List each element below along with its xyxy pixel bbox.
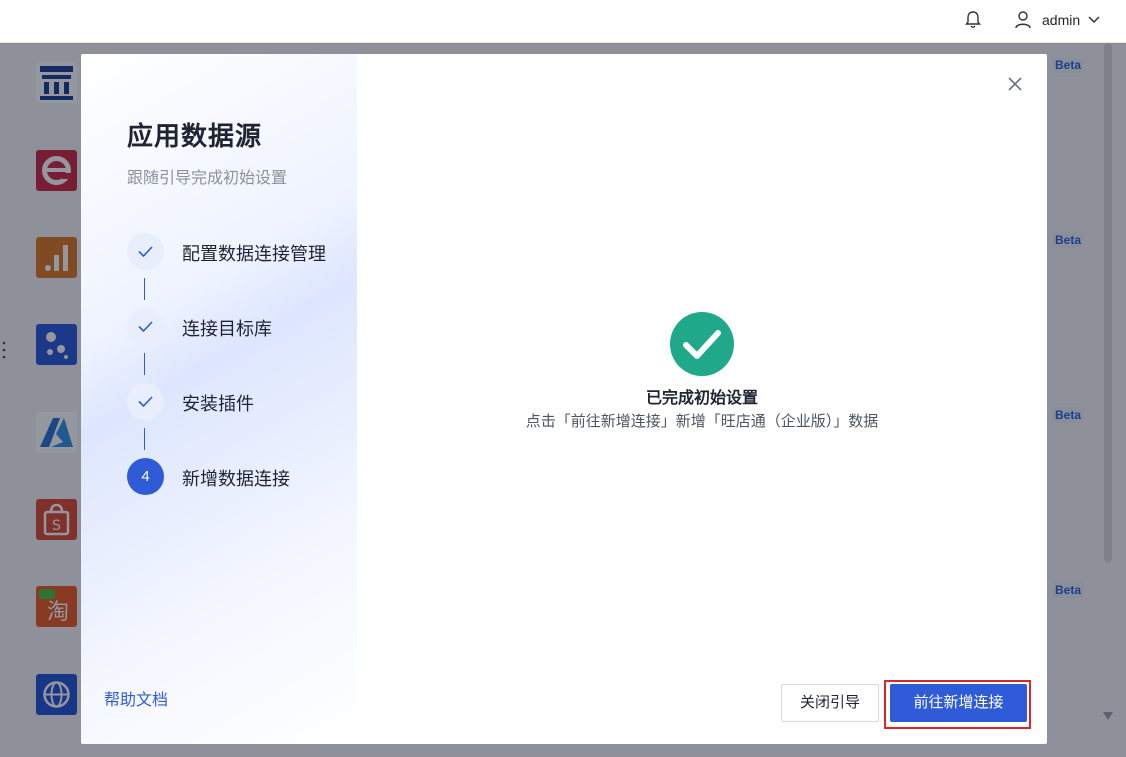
guide-sidebar: 应用数据源 跟随引导完成初始设置 配置数据连接管理 连接目标库 安装插件 4 新… [81, 54, 357, 744]
help-docs-link[interactable]: 帮助文档 [104, 686, 168, 710]
step-done-circle [127, 383, 164, 420]
check-icon [138, 321, 153, 333]
step-label: 新增数据连接 [182, 469, 290, 489]
step-label: 安装插件 [182, 394, 254, 414]
step-number: 4 [141, 468, 150, 485]
success-description: 点击「前往新增连接」新增「旺店通（企业版）」数据 [525, 413, 879, 430]
check-icon [138, 396, 153, 408]
step-active-circle: 4 [127, 458, 164, 495]
step-done-circle [127, 308, 164, 345]
chevron-down-icon[interactable] [1087, 14, 1101, 26]
username[interactable]: admin [1042, 12, 1080, 28]
close-icon[interactable] [1005, 74, 1025, 94]
check-icon [138, 246, 153, 258]
step-connector [144, 278, 145, 300]
close-guide-button[interactable]: 关闭引导 [781, 684, 879, 722]
step-connector [144, 353, 145, 375]
top-bar: admin [0, 0, 1126, 43]
highlight-box [884, 680, 1031, 729]
user-icon[interactable] [1014, 10, 1032, 30]
bell-icon[interactable] [964, 10, 982, 30]
step-connector [144, 428, 145, 450]
guide-title: 应用数据源 [127, 121, 263, 151]
setup-guide-modal: 应用数据源 跟随引导完成初始设置 配置数据连接管理 连接目标库 安装插件 4 新… [81, 54, 1047, 744]
step-label: 配置数据连接管理 [182, 244, 326, 264]
step-done-circle [127, 233, 164, 270]
guide-subtitle: 跟随引导完成初始设置 [127, 170, 288, 187]
success-title: 已完成初始设置 [645, 390, 758, 407]
success-check-icon [670, 312, 734, 376]
step-label: 连接目标库 [182, 319, 272, 339]
